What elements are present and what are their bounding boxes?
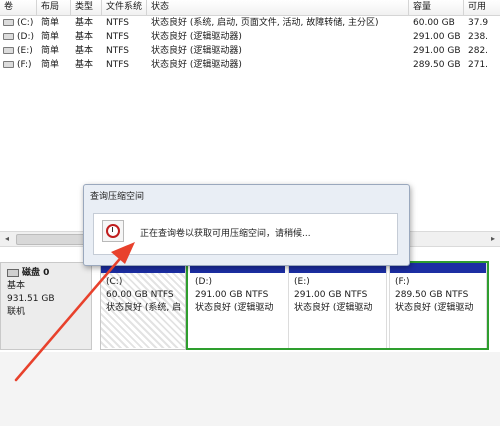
partition-status: 状态良好 (系统, 启 — [106, 303, 182, 313]
drive-icon — [3, 19, 14, 26]
extended-partition-frame — [186, 261, 489, 350]
volume-status: 状态良好 (逻辑驱动器) — [151, 32, 242, 42]
bottom-panel — [0, 352, 500, 426]
partition-size: 60.00 GB NTFS — [106, 290, 174, 300]
dialog-title: 查询压缩空间 — [90, 192, 145, 202]
drive-icon — [3, 47, 14, 54]
volume-capacity: 291.00 GB — [413, 46, 461, 56]
volume-name: (E:) — [17, 46, 33, 56]
disk-state: 联机 — [7, 307, 26, 317]
dialog-content: 正在查询卷以获取可用压缩空间，请稍候... — [93, 213, 398, 255]
volume-row[interactable]: (C:) 简单 基本 NTFS 状态良好 (系统, 启动, 页面文件, 活动, … — [0, 16, 500, 30]
volume-status: 状态良好 (逻辑驱动器) — [151, 60, 242, 70]
volume-layout: 简单 — [41, 18, 60, 28]
volume-list-header: 卷 布局 类型 文件系统 状态 容量 可用 — [0, 0, 500, 16]
volume-fs: NTFS — [106, 18, 129, 28]
volume-fs: NTFS — [106, 60, 129, 70]
volume-capacity: 291.00 GB — [413, 32, 461, 42]
drive-icon — [3, 61, 14, 68]
drive-icon — [3, 33, 14, 40]
volume-name: (F:) — [17, 60, 32, 70]
volume-row[interactable]: (D:) 简单 基本 NTFS 状态良好 (逻辑驱动器) 291.00 GB 2… — [0, 30, 500, 44]
disk-size: 931.51 GB — [7, 294, 55, 304]
volume-row[interactable]: (E:) 简单 基本 NTFS 状态良好 (逻辑驱动器) 291.00 GB 2… — [0, 44, 500, 58]
volume-free: 37.9 — [468, 18, 489, 28]
volume-type: 基本 — [75, 18, 94, 28]
volume-layout: 简单 — [41, 32, 60, 42]
disk-type: 基本 — [7, 281, 26, 291]
volume-free: 271. — [468, 60, 489, 70]
scroll-right-icon[interactable]: ▸ — [486, 232, 500, 246]
volume-row[interactable]: (F:) 简单 基本 NTFS 状态良好 (逻辑驱动器) 289.50 GB 2… — [0, 58, 500, 72]
volume-capacity: 60.00 GB — [413, 18, 455, 28]
clock-icon — [106, 224, 120, 238]
column-header-status[interactable]: 状态 — [147, 0, 409, 15]
column-header-layout[interactable]: 布局 — [37, 0, 71, 15]
column-header-capacity[interactable]: 容量 — [409, 0, 464, 15]
volume-type: 基本 — [75, 32, 94, 42]
query-shrink-dialog[interactable]: 查询压缩空间 正在查询卷以获取可用压缩空间，请稍候... — [83, 184, 410, 266]
volume-layout: 简单 — [41, 46, 60, 56]
volume-free: 238. — [468, 32, 489, 42]
dialog-message: 正在查询卷以获取可用压缩空间，请稍候... — [140, 229, 311, 239]
volume-fs: NTFS — [106, 46, 129, 56]
volume-fs: NTFS — [106, 32, 129, 42]
volume-status: 状态良好 (逻辑驱动器) — [151, 46, 242, 56]
column-header-type[interactable]: 类型 — [71, 0, 102, 15]
disk-icon — [7, 268, 19, 277]
volume-name: (D:) — [17, 32, 34, 42]
disk-info[interactable]: 磁盘 0 基本 931.51 GB 联机 — [0, 262, 92, 350]
partition-c[interactable]: (C:) 60.00 GB NTFS 状态良好 (系统, 启 — [100, 262, 186, 350]
volume-capacity: 289.50 GB — [413, 60, 461, 70]
volume-free: 282. — [468, 46, 489, 56]
column-header-volume[interactable]: 卷 — [0, 0, 37, 15]
volume-layout: 简单 — [41, 60, 60, 70]
volume-name: (C:) — [17, 18, 34, 28]
scroll-left-icon[interactable]: ◂ — [0, 232, 14, 246]
volume-type: 基本 — [75, 60, 94, 70]
partition-label: (C:) — [106, 277, 123, 287]
column-header-filesystem[interactable]: 文件系统 — [102, 0, 147, 15]
volume-status: 状态良好 (系统, 启动, 页面文件, 活动, 故障转储, 主分区) — [151, 18, 379, 28]
disk-name: 磁盘 0 — [22, 268, 50, 278]
volume-type: 基本 — [75, 46, 94, 56]
column-header-free[interactable]: 可用 — [464, 0, 500, 15]
